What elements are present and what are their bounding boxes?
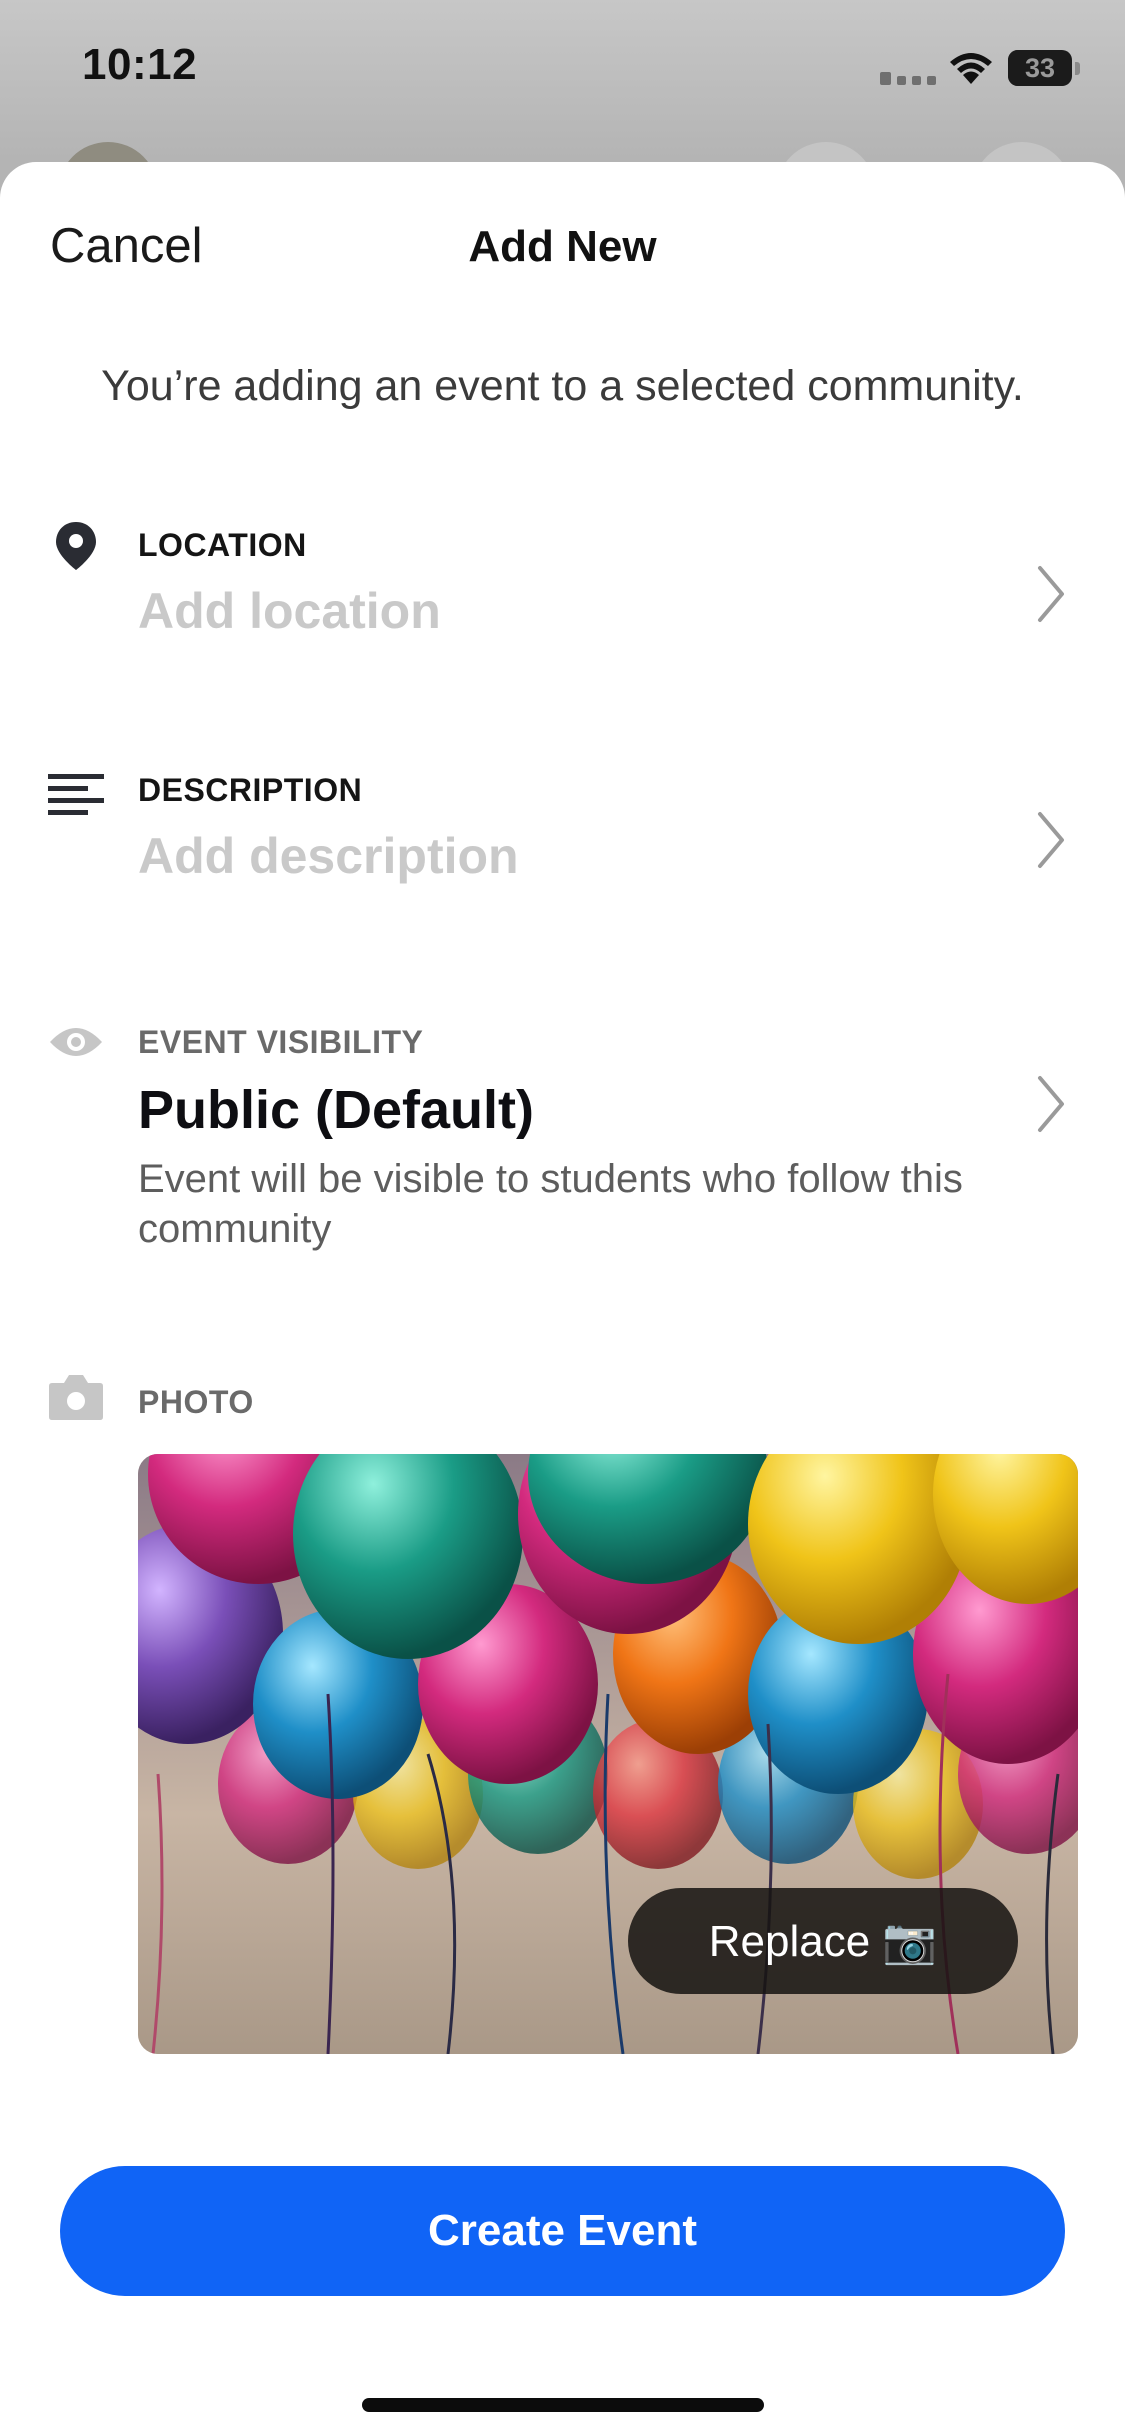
battery-cap [1075,62,1080,75]
location-row[interactable]: LOCATION Add location [0,502,1125,682]
visibility-row[interactable]: EVENT VISIBILITY Public (Default) Event … [0,1004,1125,1264]
visibility-label: EVENT VISIBILITY [138,1024,424,1060]
create-event-button[interactable]: Create Event [60,2166,1065,2296]
text-lines-icon [48,768,104,824]
status-bar: 10:12 33 [0,0,1125,140]
description-placeholder: Add description [138,828,519,884]
battery-level: 33 [1024,53,1056,83]
description-row[interactable]: DESCRIPTION Add description [0,752,1125,932]
camera-icon [48,1368,104,1424]
home-indicator [362,2398,764,2412]
description-label: DESCRIPTION [138,772,363,808]
battery-icon: 33 [1008,50,1072,86]
visibility-value: Public (Default) [138,1080,535,1140]
location-pin-icon [48,518,104,574]
photo-row: PHOTO [0,1362,1125,1442]
location-placeholder: Add location [138,583,441,639]
chevron-right-icon [1038,1076,1064,1132]
photo-label: PHOTO [138,1384,254,1420]
location-label: LOCATION [138,527,307,563]
eye-icon [48,1014,104,1070]
sheet-header: Cancel Add New [0,162,1125,332]
community-notice: You’re adding an event to a selected com… [101,362,1024,410]
chevron-right-icon [1038,566,1064,622]
event-photo[interactable]: Replace 📷 [138,1454,1078,2054]
status-time: 10:12 [82,40,198,89]
sheet-title: Add New [468,222,657,271]
cellular-signal-icon [880,72,936,85]
visibility-help-text: Event will be visible to students who fo… [138,1157,963,1251]
chevron-right-icon [1038,812,1064,868]
add-new-sheet: Cancel Add New You’re adding an event to… [0,162,1125,2436]
replace-photo-button[interactable]: Replace 📷 [628,1888,1018,1994]
wifi-icon [948,50,994,91]
